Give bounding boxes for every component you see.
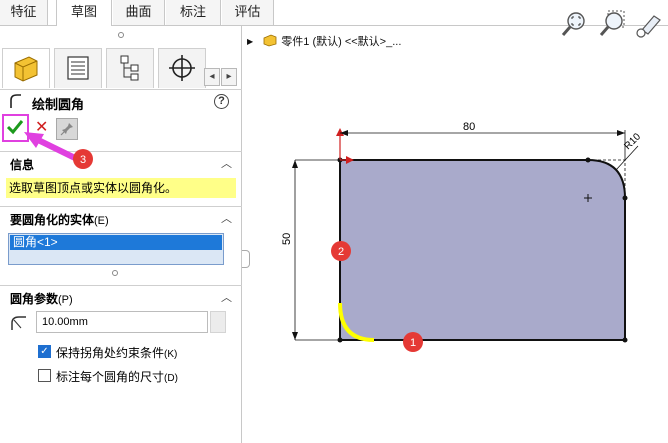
list-resize-handle[interactable]: [112, 265, 118, 279]
callout-1: 1: [403, 332, 423, 352]
help-icon[interactable]: ?: [214, 94, 229, 109]
property-list-icon: [67, 56, 89, 80]
fillet-radius-input[interactable]: 10.00mm: [36, 311, 208, 333]
svg-text:2: 2: [338, 246, 344, 258]
scroll-left-button[interactable]: ◂: [204, 68, 220, 86]
dimension-each-checkbox[interactable]: [38, 369, 51, 382]
dimxpert-manager-tab[interactable]: [158, 48, 206, 88]
crosshair-icon: [169, 55, 195, 81]
collapse-caret-icon: ︿: [221, 213, 232, 225]
manager-icon-tabs: ◂ ▸: [0, 46, 242, 90]
sketch-profile[interactable]: [339, 159, 626, 341]
graphics-area[interactable]: 80 50 R10 1 2: [250, 110, 668, 443]
height-dimension-text[interactable]: 50: [281, 233, 293, 245]
breadcrumb-text: 零件1 (默认) <<默认>_...: [281, 36, 402, 48]
tab-markup[interactable]: 标注: [166, 0, 221, 25]
width-dimension[interactable]: [340, 130, 626, 160]
callout-2: 2: [331, 241, 351, 261]
tab-sketch[interactable]: 草图: [56, 0, 112, 27]
radius-dimension-text[interactable]: R10: [622, 131, 643, 152]
scroll-right-button[interactable]: ▸: [221, 68, 237, 86]
part-icon: [263, 34, 277, 47]
view-toolbar: [556, 8, 666, 45]
info-message: 选取草图顶点或实体以圆角化。: [6, 178, 236, 198]
feature-manager-tab[interactable]: [2, 48, 50, 88]
width-dimension-text[interactable]: 80: [463, 121, 475, 133]
zoom-to-fit-icon[interactable]: [561, 12, 585, 36]
feature-tree-breadcrumb[interactable]: ▶ 零件1 (默认) <<默认>_...: [247, 33, 401, 49]
keep-corner-checkbox[interactable]: ✓: [38, 345, 51, 358]
params-section-header[interactable]: 圆角参数(P) ︿: [0, 285, 242, 307]
configuration-manager-tab[interactable]: [106, 48, 154, 88]
collapse-caret-icon: ︿: [221, 158, 232, 170]
configuration-tree-icon: [120, 55, 139, 81]
tab-features[interactable]: 特征: [0, 0, 48, 25]
zoom-to-area-icon[interactable]: [599, 10, 625, 36]
svg-text:1: 1: [410, 337, 416, 349]
panel-collapse-handle[interactable]: [242, 250, 250, 268]
callout-3-overlay: 3: [24, 132, 93, 169]
fillet-radius-icon: [11, 316, 26, 330]
dimension-each-label: 标注每个圆角的尺寸(D): [56, 370, 178, 384]
property-manager: ◂ ▸ 绘制圆角 ? ✕ 信息 ︿ 选取草图顶点或实体以圆角化。 要圆角化的实体…: [0, 26, 242, 443]
params-section-title: 圆角参数(P): [10, 292, 73, 306]
panel-handle[interactable]: [0, 26, 242, 44]
previous-view-icon[interactable]: [636, 15, 661, 38]
keep-corner-label: 保持拐角处约束条件(K): [56, 346, 178, 360]
list-item[interactable]: 圆角<1>: [10, 235, 222, 250]
sketch-fillet-icon: [10, 94, 21, 108]
expand-arrow-icon: ▶: [247, 37, 254, 46]
entity-selection-list[interactable]: 圆角<1>: [8, 233, 224, 265]
property-manager-tab[interactable]: [54, 48, 102, 88]
feature-manager-icon: [14, 56, 38, 82]
entities-section-title: 要圆角化的实体(E): [10, 213, 109, 227]
tab-surfaces[interactable]: 曲面: [113, 0, 165, 25]
entities-section-header[interactable]: 要圆角化的实体(E) ︿: [0, 206, 242, 228]
radius-spin-button[interactable]: [210, 311, 226, 333]
callout-3: 3: [80, 154, 86, 166]
collapse-caret-icon: ︿: [221, 292, 232, 304]
tab-evaluate[interactable]: 评估: [222, 0, 274, 25]
